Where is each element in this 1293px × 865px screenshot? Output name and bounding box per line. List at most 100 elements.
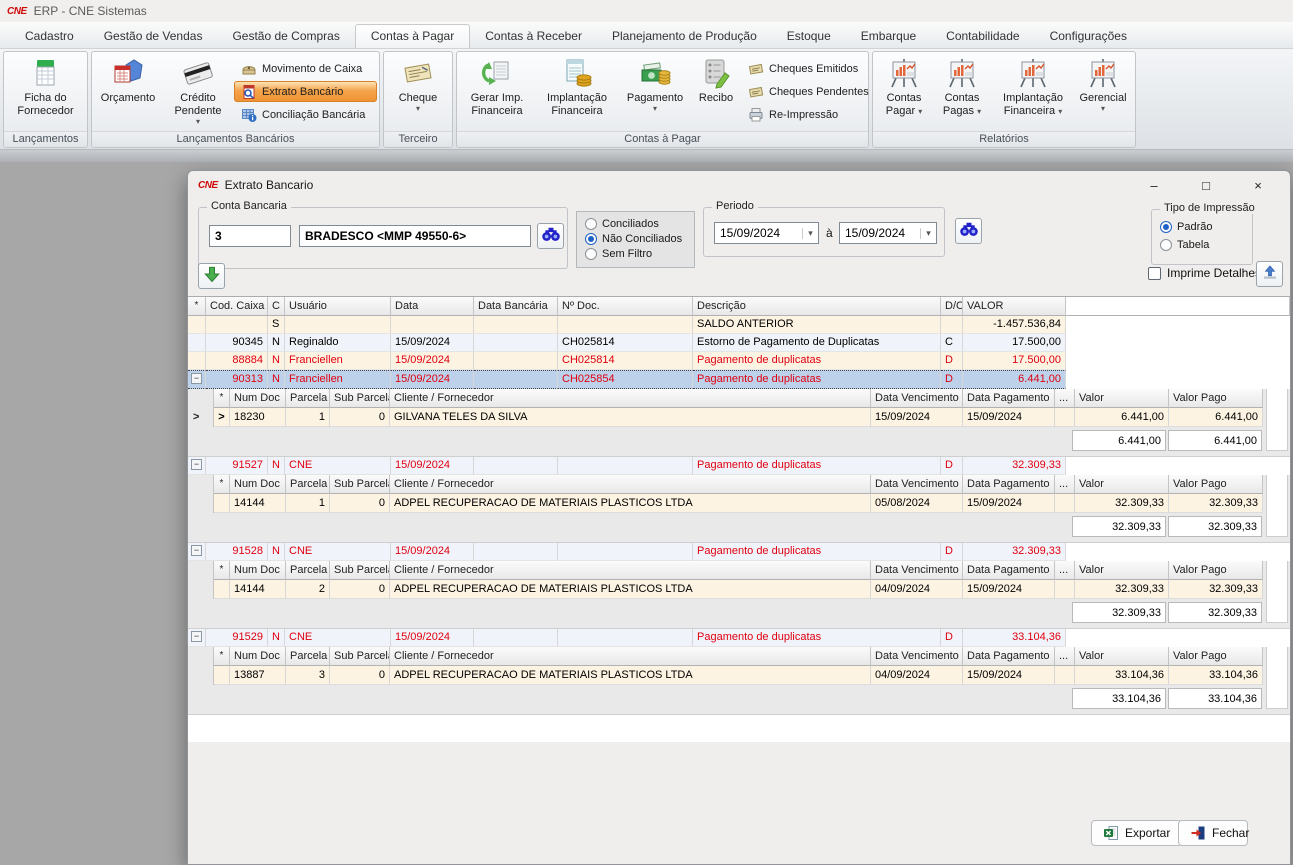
dcol-sub-parcela[interactable]: Sub Parcela bbox=[330, 561, 390, 580]
credito-pendente-button[interactable]: Crédito Pendente ▾ bbox=[162, 55, 234, 131]
tab-gestao-compras[interactable]: Gestão de Compras bbox=[217, 25, 354, 48]
dcol-data-vencimento[interactable]: Data Vencimento bbox=[871, 475, 963, 494]
dcol-num-doc[interactable]: Num Doc bbox=[230, 475, 286, 494]
collapse-icon[interactable]: − bbox=[191, 631, 202, 642]
col-data-bancaria[interactable]: Data Bancária bbox=[474, 297, 558, 316]
table-row-saldo-anterior[interactable]: S SALDO ANTERIOR -1.457.536,84 bbox=[188, 316, 1290, 334]
tab-embarque[interactable]: Embarque bbox=[846, 25, 931, 48]
dcol-valor-pago[interactable]: Valor Pago bbox=[1169, 475, 1263, 494]
dcol-valor[interactable]: Valor bbox=[1075, 561, 1169, 580]
table-row-90313-selected[interactable]: − 90313 N Franciellen 15/09/2024 CH02585… bbox=[188, 370, 1290, 389]
dcol-data-pagamento[interactable]: Data Pagamento bbox=[963, 647, 1055, 666]
pagamento-button[interactable]: Pagamento ▾ bbox=[619, 55, 691, 131]
collapse-icon[interactable]: − bbox=[191, 373, 202, 384]
dcol-parcela[interactable]: Parcela bbox=[286, 475, 330, 494]
col-cod-caixa[interactable]: Cod. Caixa bbox=[206, 297, 268, 316]
radio-nao-conciliados[interactable]: Não Conciliados bbox=[585, 233, 686, 245]
table-row-88884[interactable]: 88884 N Franciellen 15/09/2024 CH025814 … bbox=[188, 352, 1290, 370]
imprime-detalhes-checkbox[interactable]: Imprime Detalhes bbox=[1148, 266, 1261, 280]
dcol-ellipsis[interactable]: ... bbox=[1055, 647, 1075, 666]
conciliacao-bancaria-button[interactable]: Conciliação Bancária bbox=[234, 104, 377, 125]
conta-banco-input[interactable] bbox=[299, 225, 531, 247]
collapse-icon[interactable]: − bbox=[191, 545, 202, 556]
dcol-ellipsis[interactable]: ... bbox=[1055, 389, 1075, 408]
tab-cadastro[interactable]: Cadastro bbox=[10, 25, 89, 48]
dcol-parcela[interactable]: Parcela bbox=[286, 647, 330, 666]
dcol-cliente-fornecedor[interactable]: Cliente / Fornecedor bbox=[390, 389, 871, 408]
dropdown-caret-icon[interactable]: ▾ bbox=[802, 228, 818, 239]
collapse-icon[interactable]: − bbox=[191, 459, 202, 470]
dcol-num-doc[interactable]: Num Doc bbox=[230, 389, 286, 408]
radio-tabela[interactable]: Tabela bbox=[1160, 239, 1209, 251]
dcol-data-pagamento[interactable]: Data Pagamento bbox=[963, 475, 1055, 494]
dcol-valor-pago[interactable]: Valor Pago bbox=[1169, 647, 1263, 666]
dcol-sub-parcela[interactable]: Sub Parcela bbox=[330, 647, 390, 666]
table-row-91528[interactable]: − 91528 N CNE 15/09/2024 Pagamento de du… bbox=[188, 543, 1290, 561]
pesquisar-periodo-button[interactable] bbox=[955, 218, 982, 244]
relatorio-implantacao-financeira-button[interactable]: Implantação Financeira ▾ bbox=[991, 55, 1075, 131]
data-final-combobox[interactable]: 15/09/2024 ▾ bbox=[839, 222, 937, 244]
tab-contabilidade[interactable]: Contabilidade bbox=[931, 25, 1034, 48]
table-row-90345[interactable]: 90345 N Reginaldo 15/09/2024 CH025814 Es… bbox=[188, 334, 1290, 352]
col-dc[interactable]: D/C bbox=[941, 297, 963, 316]
maximize-button[interactable]: □ bbox=[1192, 175, 1220, 195]
minimize-button[interactable]: – bbox=[1140, 175, 1168, 195]
dcol-ellipsis[interactable]: ... bbox=[1055, 561, 1075, 580]
dcol-parcela[interactable]: Parcela bbox=[286, 389, 330, 408]
dropdown-caret-icon[interactable]: ▾ bbox=[920, 228, 936, 239]
detail-row[interactable]: 14144 1 0 ADPEL RECUPERACAO DE MATERIAIS… bbox=[214, 494, 1262, 513]
dcol-data-pagamento[interactable]: Data Pagamento bbox=[963, 561, 1055, 580]
re-impressao-button[interactable]: Re-Impressão bbox=[741, 104, 866, 125]
relatorio-contas-pagar-button[interactable]: Contas Pagar ▾ bbox=[875, 55, 933, 131]
dcol-sub-parcela[interactable]: Sub Parcela bbox=[330, 475, 390, 494]
radio-padrao[interactable]: Padrão bbox=[1160, 221, 1212, 233]
imprimir-button[interactable] bbox=[1256, 261, 1283, 287]
col-descricao[interactable]: Descrição bbox=[693, 297, 941, 316]
relatorio-gerencial-button[interactable]: Gerencial ▾ bbox=[1075, 55, 1131, 131]
detail-row[interactable]: > 18230 1 0 GILVANA TELES DA SILVA 15/09… bbox=[214, 408, 1262, 427]
conta-codigo-input[interactable] bbox=[209, 225, 291, 247]
recibo-button[interactable]: Recibo bbox=[691, 55, 741, 131]
cheques-emitidos-button[interactable]: Cheques Emitidos bbox=[741, 58, 866, 79]
cheque-button[interactable]: Cheque ▾ bbox=[387, 55, 449, 131]
tab-estoque[interactable]: Estoque bbox=[772, 25, 846, 48]
dcol-cliente-fornecedor[interactable]: Cliente / Fornecedor bbox=[390, 475, 871, 494]
tab-contas-a-receber[interactable]: Contas à Receber bbox=[470, 25, 597, 48]
exportar-button[interactable]: Exportar bbox=[1091, 820, 1182, 846]
table-row-91527[interactable]: − 91527 N CNE 15/09/2024 Pagamento de du… bbox=[188, 457, 1290, 475]
dcol-data-vencimento[interactable]: Data Vencimento bbox=[871, 647, 963, 666]
close-button[interactable]: × bbox=[1244, 175, 1272, 195]
fechar-button[interactable]: Fechar bbox=[1178, 820, 1248, 846]
dcol-valor[interactable]: Valor bbox=[1075, 389, 1169, 408]
relatorio-contas-pagas-button[interactable]: Contas Pagas ▾ bbox=[933, 55, 991, 131]
dcol-valor-pago[interactable]: Valor Pago bbox=[1169, 561, 1263, 580]
ficha-do-fornecedor-button[interactable]: Ficha do Fornecedor bbox=[6, 55, 85, 131]
dcol-sub-parcela[interactable]: Sub Parcela bbox=[330, 389, 390, 408]
tab-planejamento-producao[interactable]: Planejamento de Produção bbox=[597, 25, 772, 48]
dcol-data-vencimento[interactable]: Data Vencimento bbox=[871, 561, 963, 580]
table-row-91529[interactable]: − 91529 N CNE 15/09/2024 Pagamento de du… bbox=[188, 629, 1290, 647]
col-valor[interactable]: VALOR bbox=[963, 297, 1066, 316]
dcol-num-doc[interactable]: Num Doc bbox=[230, 647, 286, 666]
col-c[interactable]: C bbox=[268, 297, 285, 316]
dcol-valor[interactable]: Valor bbox=[1075, 647, 1169, 666]
buscar-conta-button[interactable] bbox=[537, 223, 564, 249]
dcol-data-pagamento[interactable]: Data Pagamento bbox=[963, 389, 1055, 408]
tab-configuracoes[interactable]: Configurações bbox=[1035, 25, 1142, 48]
cheques-pendentes-button[interactable]: Cheques Pendentes bbox=[741, 81, 866, 102]
data-inicial-combobox[interactable]: 15/09/2024 ▾ bbox=[714, 222, 819, 244]
col-usuario[interactable]: Usuário bbox=[285, 297, 391, 316]
movimento-de-caixa-button[interactable]: Movimento de Caixa bbox=[234, 58, 377, 79]
dcol-valor-pago[interactable]: Valor Pago bbox=[1169, 389, 1263, 408]
carregar-extrato-button[interactable] bbox=[198, 263, 225, 289]
gerar-imp-financeira-button[interactable]: Gerar Imp. Financeira bbox=[459, 55, 535, 131]
dcol-parcela[interactable]: Parcela bbox=[286, 561, 330, 580]
extrato-bancario-button[interactable]: Extrato Bancário bbox=[234, 81, 377, 102]
col-data[interactable]: Data bbox=[391, 297, 474, 316]
dcol-cliente-fornecedor[interactable]: Cliente / Fornecedor bbox=[390, 647, 871, 666]
radio-sem-filtro[interactable]: Sem Filtro bbox=[585, 248, 686, 260]
dcol-valor[interactable]: Valor bbox=[1075, 475, 1169, 494]
dcol-data-vencimento[interactable]: Data Vencimento bbox=[871, 389, 963, 408]
dcol-ellipsis[interactable]: ... bbox=[1055, 475, 1075, 494]
radio-conciliados[interactable]: Conciliados bbox=[585, 218, 686, 230]
